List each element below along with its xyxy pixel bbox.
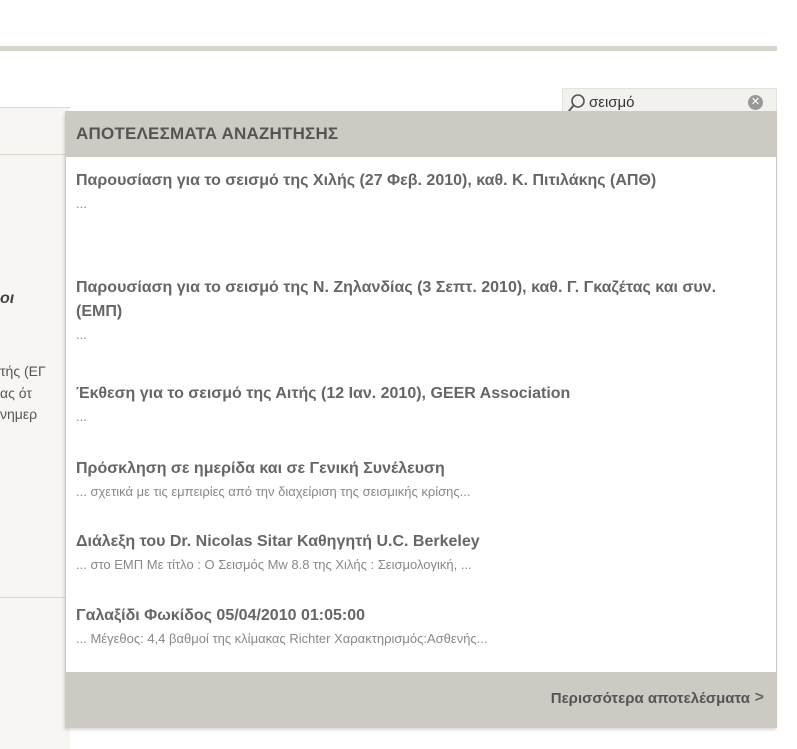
search-result-title[interactable]: Γαλαξίδι Φωκίδος 05/04/2010 01:05:00 [76, 604, 766, 628]
background-text-line: νημερ [0, 406, 38, 422]
more-results-link[interactable]: Περισσότερα αποτελέσματα [551, 690, 750, 707]
search-result-item[interactable]: Παρουσίαση για το σεισμό της Ν. Ζηλανδία… [76, 276, 766, 344]
search-result-snippet: ... [76, 327, 87, 342]
search-result-item[interactable]: Παρουσίαση για το σεισμό της Χιλής (27 Φ… [76, 169, 766, 213]
clear-search-icon[interactable]: ✕ [748, 95, 763, 110]
background-text-line: τής (ΕΓ [0, 363, 46, 379]
search-result-title[interactable]: Διάλεξη του Dr. Nicolas Sitar Καθηγητή U… [76, 530, 766, 554]
search-result-snippet: ... [76, 196, 87, 211]
results-footer: Περισσότερα αποτελέσματα > [66, 672, 776, 727]
search-result-title[interactable]: Πρόσκληση σε ημερίδα και σε Γενική Συνέλ… [76, 457, 766, 481]
search-result-snippet: ... [76, 409, 87, 424]
search-result-item[interactable]: Έκθεση για το σεισμό της Αιτής (12 Ιαν. … [76, 382, 766, 426]
top-divider [0, 46, 777, 51]
search-result-item[interactable]: Διάλεξη του Dr. Nicolas Sitar Καθηγητή U… [76, 530, 766, 574]
search-result-snippet: ... σχετικά με τις εμπειρίες από την δια… [76, 484, 471, 499]
chevron-right-icon[interactable]: > [755, 689, 764, 707]
background-text-line: ας ότ [0, 385, 32, 401]
search-result-title[interactable]: Παρουσίαση για το σεισμό της Ν. Ζηλανδία… [76, 276, 766, 324]
search-result-title[interactable]: Παρουσίαση για το σεισμό της Χιλής (27 Φ… [76, 169, 766, 193]
background-divider [0, 154, 70, 155]
results-header: ΑΠΟΤΕΛΕΣΜΑΤΑ ΑΝΑΖΗΤΗΣΗΣ [66, 112, 776, 157]
search-result-snippet: ... Μέγεθος: 4,4 βαθμοί της κλίμακας Ric… [76, 631, 488, 646]
search-results-dropdown: ΑΠΟΤΕΛΕΣΜΑΤΑ ΑΝΑΖΗΤΗΣΗΣ Παρουσίαση για τ… [65, 111, 777, 728]
search-input[interactable] [589, 91, 739, 113]
results-header-title: ΑΠΟΤΕΛΕΣΜΑΤΑ ΑΝΑΖΗΤΗΣΗΣ [76, 124, 339, 143]
background-heading: oι [0, 290, 15, 307]
search-result-item[interactable]: Γαλαξίδι Φωκίδος 05/04/2010 01:05:00 ...… [76, 604, 766, 648]
background-footer [0, 597, 70, 749]
search-result-snippet: ... στο ΕΜΠ Με τίτλο : Ο Σεισμός Mw 8.8 … [76, 557, 472, 572]
search-result-title[interactable]: Έκθεση για το σεισμό της Αιτής (12 Ιαν. … [76, 382, 766, 406]
search-result-item[interactable]: Πρόσκληση σε ημερίδα και σε Γενική Συνέλ… [76, 457, 766, 501]
